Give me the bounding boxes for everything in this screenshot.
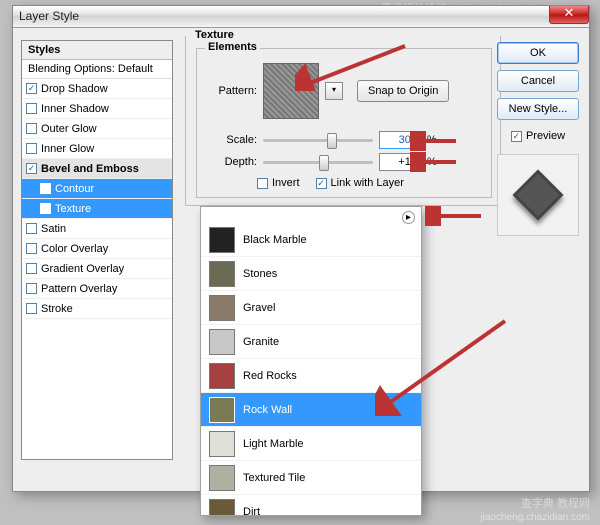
- pattern-swatch: [209, 363, 235, 389]
- window-title: Layer Style: [19, 9, 79, 23]
- style-checkbox[interactable]: [26, 243, 37, 254]
- style-checkbox[interactable]: [26, 303, 37, 314]
- depth-slider[interactable]: [263, 161, 373, 164]
- pattern-name: Dirt: [243, 506, 260, 517]
- style-checkbox[interactable]: [26, 223, 37, 234]
- close-button[interactable]: ✕: [549, 6, 589, 24]
- pattern-dropdown: ▸ Black Marble Stones Gravel Granite Red Roc…: [200, 206, 422, 516]
- style-checkbox[interactable]: [26, 103, 37, 114]
- style-row[interactable]: Stroke: [22, 299, 172, 319]
- scale-label: Scale:: [207, 134, 257, 146]
- pattern-item[interactable]: Dirt: [201, 495, 421, 516]
- style-row[interactable]: Outer Glow: [22, 119, 172, 139]
- scale-input[interactable]: [379, 131, 421, 149]
- style-label: Contour: [55, 183, 94, 195]
- invert-checkbox[interactable]: [257, 178, 268, 189]
- sidebar-head[interactable]: Styles: [22, 41, 172, 60]
- panel-title: Texture: [192, 29, 237, 41]
- style-label: Inner Glow: [41, 143, 94, 155]
- pattern-item[interactable]: Gravel: [201, 291, 421, 325]
- pattern-item[interactable]: Textured Tile: [201, 461, 421, 495]
- style-checkbox[interactable]: [26, 143, 37, 154]
- link-label: Link with Layer: [331, 177, 404, 189]
- pattern-item[interactable]: Light Marble: [201, 427, 421, 461]
- pattern-name: Gravel: [243, 302, 275, 314]
- pattern-item[interactable]: Granite: [201, 325, 421, 359]
- styles-sidebar: Styles Blending Options: Default Drop Sh…: [21, 40, 173, 460]
- pattern-label: Pattern:: [207, 85, 257, 97]
- depth-unit: %: [427, 156, 437, 168]
- style-checkbox[interactable]: [26, 83, 37, 94]
- sidebar-blending[interactable]: Blending Options: Default: [22, 60, 172, 79]
- style-label: Drop Shadow: [41, 83, 108, 95]
- scale-unit: %: [427, 134, 437, 146]
- style-label: Texture: [55, 203, 91, 215]
- elements-group: Elements Pattern: ▾ Snap to Origin Scale…: [196, 48, 492, 198]
- style-row[interactable]: Contour: [22, 179, 172, 199]
- pattern-name: Red Rocks: [243, 370, 297, 382]
- watermark-bottom: 查字典 教程网 jiaocheng.chazidian.com: [480, 494, 590, 523]
- preview-checkbox[interactable]: [511, 131, 522, 142]
- style-checkbox[interactable]: [40, 183, 51, 194]
- style-label: Bevel and Emboss: [41, 163, 139, 175]
- pattern-swatch: [209, 431, 235, 457]
- depth-label: Depth:: [207, 156, 257, 168]
- new-style-button[interactable]: New Style...: [497, 98, 579, 120]
- preview-image: [497, 154, 579, 236]
- style-row[interactable]: Inner Glow: [22, 139, 172, 159]
- snap-to-origin-button[interactable]: Snap to Origin: [357, 80, 449, 102]
- style-label: Gradient Overlay: [41, 263, 124, 275]
- pattern-swatch: [209, 227, 235, 253]
- texture-panel: Texture Elements Pattern: ▾ Snap to Orig…: [185, 36, 501, 206]
- pattern-swatch: [209, 465, 235, 491]
- link-checkbox[interactable]: [316, 178, 327, 189]
- pattern-swatch: [209, 499, 235, 517]
- pattern-item[interactable]: Black Marble: [201, 223, 421, 257]
- pattern-item[interactable]: Stones: [201, 257, 421, 291]
- invert-label: Invert: [272, 177, 300, 189]
- style-row[interactable]: Drop Shadow: [22, 79, 172, 99]
- style-label: Satin: [41, 223, 66, 235]
- style-label: Outer Glow: [41, 123, 97, 135]
- pattern-name: Stones: [243, 268, 277, 280]
- pattern-name: Light Marble: [243, 438, 304, 450]
- ok-button[interactable]: OK: [497, 42, 579, 64]
- pattern-swatch: [209, 397, 235, 423]
- pattern-thumbnail[interactable]: [263, 63, 319, 119]
- style-row[interactable]: Color Overlay: [22, 239, 172, 259]
- style-label: Color Overlay: [41, 243, 108, 255]
- pattern-swatch: [209, 329, 235, 355]
- pattern-name: Rock Wall: [243, 404, 292, 416]
- style-label: Stroke: [41, 303, 73, 315]
- pattern-swatch: [209, 295, 235, 321]
- pattern-name: Textured Tile: [243, 472, 305, 484]
- pattern-dropdown-button[interactable]: ▾: [325, 82, 343, 100]
- style-row[interactable]: Satin: [22, 219, 172, 239]
- style-checkbox[interactable]: [26, 283, 37, 294]
- style-row[interactable]: Texture: [22, 199, 172, 219]
- titlebar[interactable]: Layer Style ✕: [13, 6, 589, 28]
- pattern-name: Granite: [243, 336, 279, 348]
- pattern-item[interactable]: Red Rocks: [201, 359, 421, 393]
- pattern-name: Black Marble: [243, 234, 307, 246]
- style-label: Pattern Overlay: [41, 283, 117, 295]
- pattern-item[interactable]: Rock Wall: [201, 393, 421, 427]
- pattern-swatch: [209, 261, 235, 287]
- style-row[interactable]: Gradient Overlay: [22, 259, 172, 279]
- dialog-buttons: OK Cancel New Style... Preview: [497, 42, 579, 236]
- style-checkbox[interactable]: [26, 123, 37, 134]
- style-checkbox[interactable]: [26, 263, 37, 274]
- cancel-button[interactable]: Cancel: [497, 70, 579, 92]
- scale-slider[interactable]: [263, 139, 373, 142]
- dropdown-flyout-button[interactable]: ▸: [402, 211, 415, 224]
- elements-title: Elements: [205, 41, 260, 53]
- style-row[interactable]: Inner Shadow: [22, 99, 172, 119]
- style-label: Inner Shadow: [41, 103, 109, 115]
- depth-input[interactable]: [379, 153, 421, 171]
- style-checkbox[interactable]: [40, 203, 51, 214]
- preview-label: Preview: [526, 130, 565, 142]
- style-checkbox[interactable]: [26, 163, 37, 174]
- style-row[interactable]: Bevel and Emboss: [22, 159, 172, 179]
- style-row[interactable]: Pattern Overlay: [22, 279, 172, 299]
